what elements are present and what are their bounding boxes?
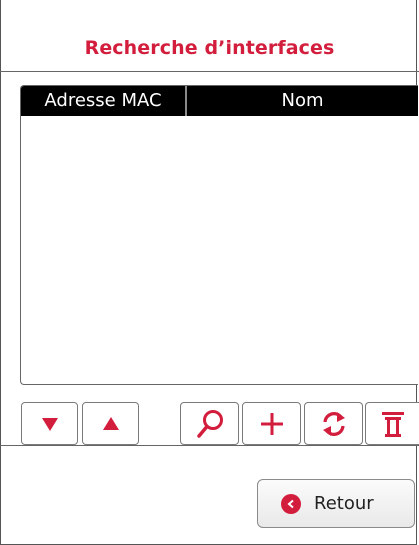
interfaces-table[interactable]: Adresse MAC Nom [20, 85, 418, 385]
search-button[interactable] [180, 402, 239, 445]
plus-icon [260, 412, 283, 435]
chevron-left-icon [281, 493, 301, 514]
arrow-down-icon [41, 417, 58, 431]
move-up-button[interactable] [82, 402, 139, 445]
arrow-up-icon [102, 416, 119, 430]
delete-button[interactable] [365, 402, 419, 445]
trash-icon [381, 411, 404, 437]
column-header-name[interactable]: Nom [187, 86, 418, 116]
divider [0, 445, 419, 446]
table-header: Adresse MAC Nom [21, 86, 418, 116]
divider [0, 71, 419, 72]
refresh-button[interactable] [304, 402, 363, 445]
search-icon [196, 409, 223, 438]
refresh-icon [322, 411, 345, 436]
back-button-label: Retour [314, 493, 374, 514]
add-button[interactable] [242, 402, 301, 445]
back-button[interactable]: Retour [257, 479, 415, 528]
column-header-mac[interactable]: Adresse MAC [21, 86, 187, 116]
page-title: Recherche d’interfaces [84, 37, 335, 59]
move-down-button[interactable] [21, 402, 78, 445]
